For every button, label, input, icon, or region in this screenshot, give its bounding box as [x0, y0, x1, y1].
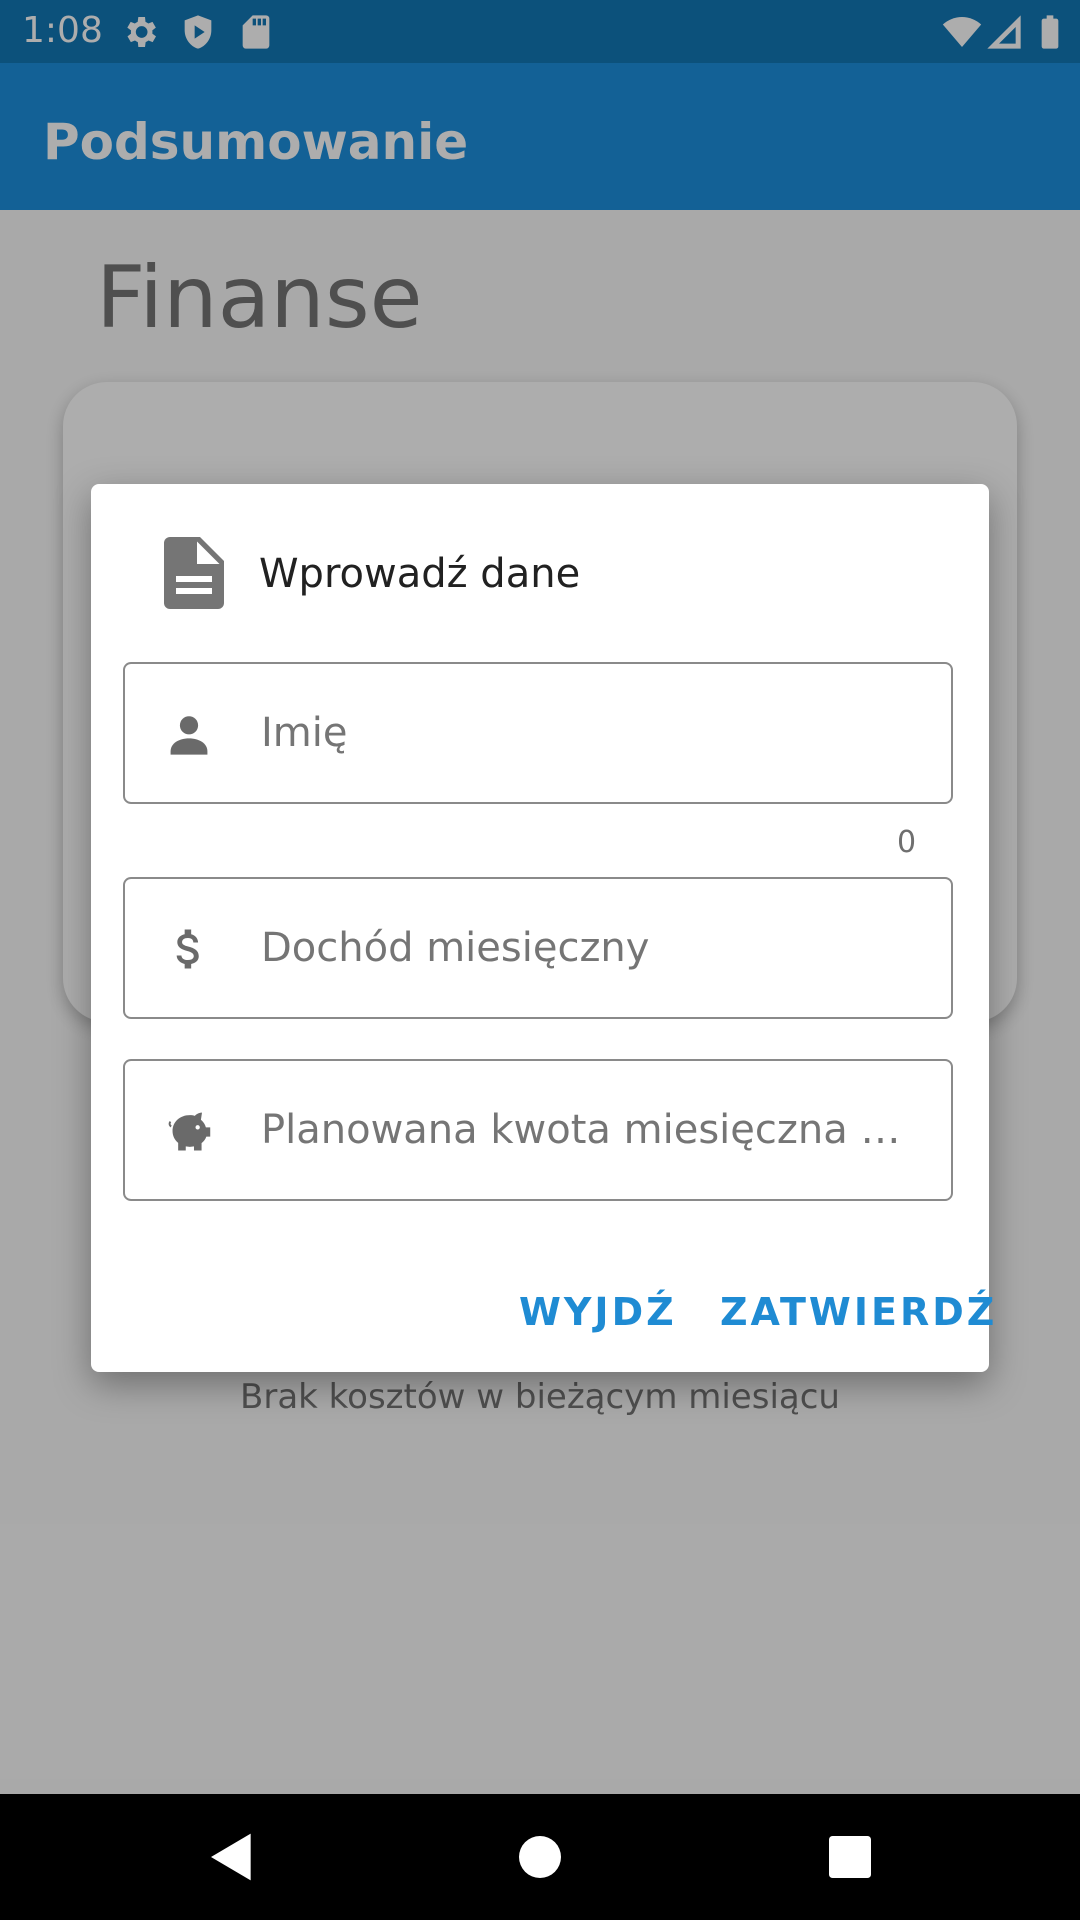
monthly-income-field[interactable]	[123, 877, 953, 1019]
piggy-bank-icon	[168, 1112, 211, 1151]
planned-amount-input[interactable]	[261, 1061, 921, 1199]
input-dialog: Wprowadź dane 0 WYJDŹ ZATWIERDŹ	[91, 484, 994, 1372]
dollar-icon	[176, 929, 199, 969]
home-icon[interactable]	[512, 1829, 568, 1885]
planned-amount-field[interactable]	[123, 1059, 953, 1201]
dialog-title: Wprowadź dane	[259, 551, 581, 597]
monthly-income-input[interactable]	[261, 879, 921, 1017]
back-icon[interactable]	[204, 1829, 260, 1885]
name-field[interactable]	[123, 662, 953, 804]
recents-icon[interactable]	[822, 1829, 878, 1885]
document-icon	[164, 537, 224, 609]
confirm-button[interactable]: ZATWIERDŹ	[720, 1284, 997, 1340]
navigation-bar	[0, 1794, 1080, 1920]
cancel-button[interactable]: WYJDŹ	[519, 1284, 677, 1340]
person-icon	[170, 716, 208, 755]
name-input[interactable]	[261, 664, 921, 802]
name-char-counter: 0	[897, 825, 917, 860]
